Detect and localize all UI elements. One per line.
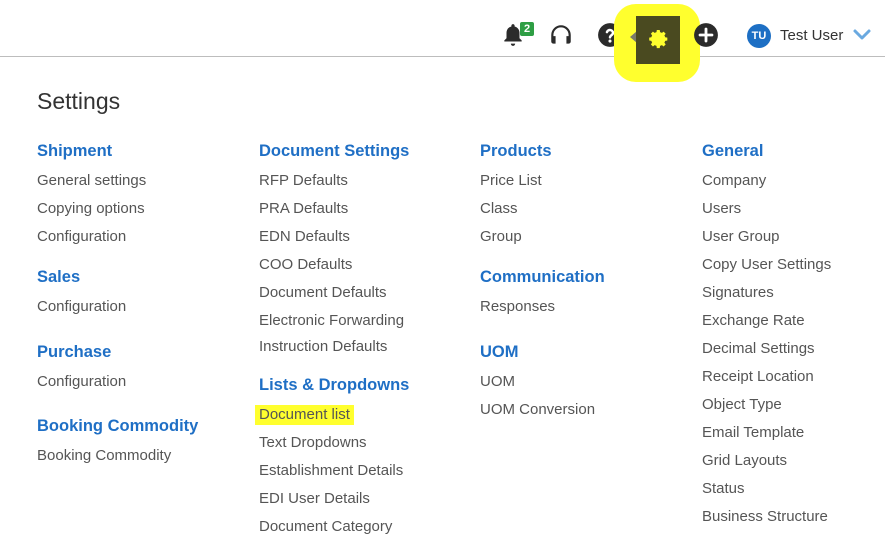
avatar[interactable]: TU: [747, 24, 771, 48]
settings-link[interactable]: UOM Conversion: [480, 399, 605, 427]
settings-link-document-list[interactable]: Document list: [255, 404, 409, 432]
settings-link[interactable]: General settings: [37, 170, 198, 198]
settings-column-4: General Company Users User Group Copy Us…: [702, 140, 831, 534]
settings-link[interactable]: COO Defaults: [259, 254, 409, 282]
settings-link[interactable]: Company: [702, 170, 831, 198]
settings-link[interactable]: Grid Layouts: [702, 450, 831, 478]
settings-link[interactable]: Document Category: [259, 516, 409, 544]
section-title: Sales: [37, 268, 81, 286]
settings-link[interactable]: Email Template: [702, 422, 831, 450]
section-title: UOM: [480, 343, 519, 361]
settings-link[interactable]: EDI User Details: [259, 488, 409, 516]
settings-link[interactable]: Decimal Settings: [702, 338, 831, 366]
settings-link[interactable]: Group: [480, 226, 605, 254]
settings-link[interactable]: Copying options: [37, 198, 198, 226]
settings-link[interactable]: Configuration: [37, 226, 198, 254]
settings-link[interactable]: EDN Defaults: [259, 226, 409, 254]
page-title: Settings: [37, 88, 121, 114]
settings-column-3: Products Price List Class Group Communic…: [480, 140, 605, 427]
settings-link[interactable]: Responses: [480, 296, 605, 324]
settings-link[interactable]: Receipt Location: [702, 366, 831, 394]
section-title: Booking Commodity: [37, 417, 199, 435]
plus-icon[interactable]: [693, 22, 719, 48]
settings-link[interactable]: Booking Commodity: [37, 445, 198, 473]
settings-link[interactable]: Status: [702, 478, 831, 506]
section-title: Document Settings: [259, 142, 410, 160]
user-name[interactable]: Test User: [780, 27, 843, 44]
headset-icon[interactable]: [548, 22, 574, 48]
section-title: Shipment: [37, 142, 113, 160]
highlighted-link[interactable]: Document list: [255, 405, 354, 425]
settings-link[interactable]: Configuration: [37, 296, 198, 324]
section-title: Communication: [480, 268, 605, 286]
settings-link[interactable]: Price List: [480, 170, 605, 198]
settings-link[interactable]: Copy User Settings: [702, 254, 831, 282]
settings-link[interactable]: User Group: [702, 226, 831, 254]
settings-link[interactable]: Document Defaults: [259, 282, 409, 310]
section-title: Products: [480, 142, 552, 160]
settings-link[interactable]: Instruction Defaults: [259, 336, 409, 364]
section-title: Purchase: [37, 343, 112, 361]
notification-badge: 2: [520, 22, 534, 36]
section-title: Lists & Dropdowns: [259, 376, 410, 394]
settings-link[interactable]: Exchange Rate: [702, 310, 831, 338]
top-bar: 2 TU Test User: [0, 0, 885, 82]
section-title: General: [702, 142, 764, 160]
settings-link[interactable]: Configuration: [37, 371, 198, 399]
settings-column-2: Document Settings RFP Defaults PRA Defau…: [255, 140, 410, 544]
settings-link[interactable]: Object Type: [702, 394, 831, 422]
settings-link[interactable]: Business Structure: [702, 506, 831, 534]
settings-link[interactable]: RFP Defaults: [259, 170, 409, 198]
settings-link[interactable]: Users: [702, 198, 831, 226]
gear-icon[interactable]: [645, 26, 671, 52]
settings-link[interactable]: UOM: [480, 371, 605, 399]
settings-link[interactable]: PRA Defaults: [259, 198, 409, 226]
settings-link[interactable]: Establishment Details: [259, 460, 409, 488]
settings-column-1: Shipment General settings Copying option…: [37, 140, 198, 473]
settings-link[interactable]: Electronic Forwarding: [259, 310, 409, 336]
settings-link[interactable]: Signatures: [702, 282, 831, 310]
settings-link[interactable]: Class: [480, 198, 605, 226]
chevron-down-icon[interactable]: [852, 28, 872, 42]
settings-link[interactable]: Text Dropdowns: [259, 432, 409, 460]
